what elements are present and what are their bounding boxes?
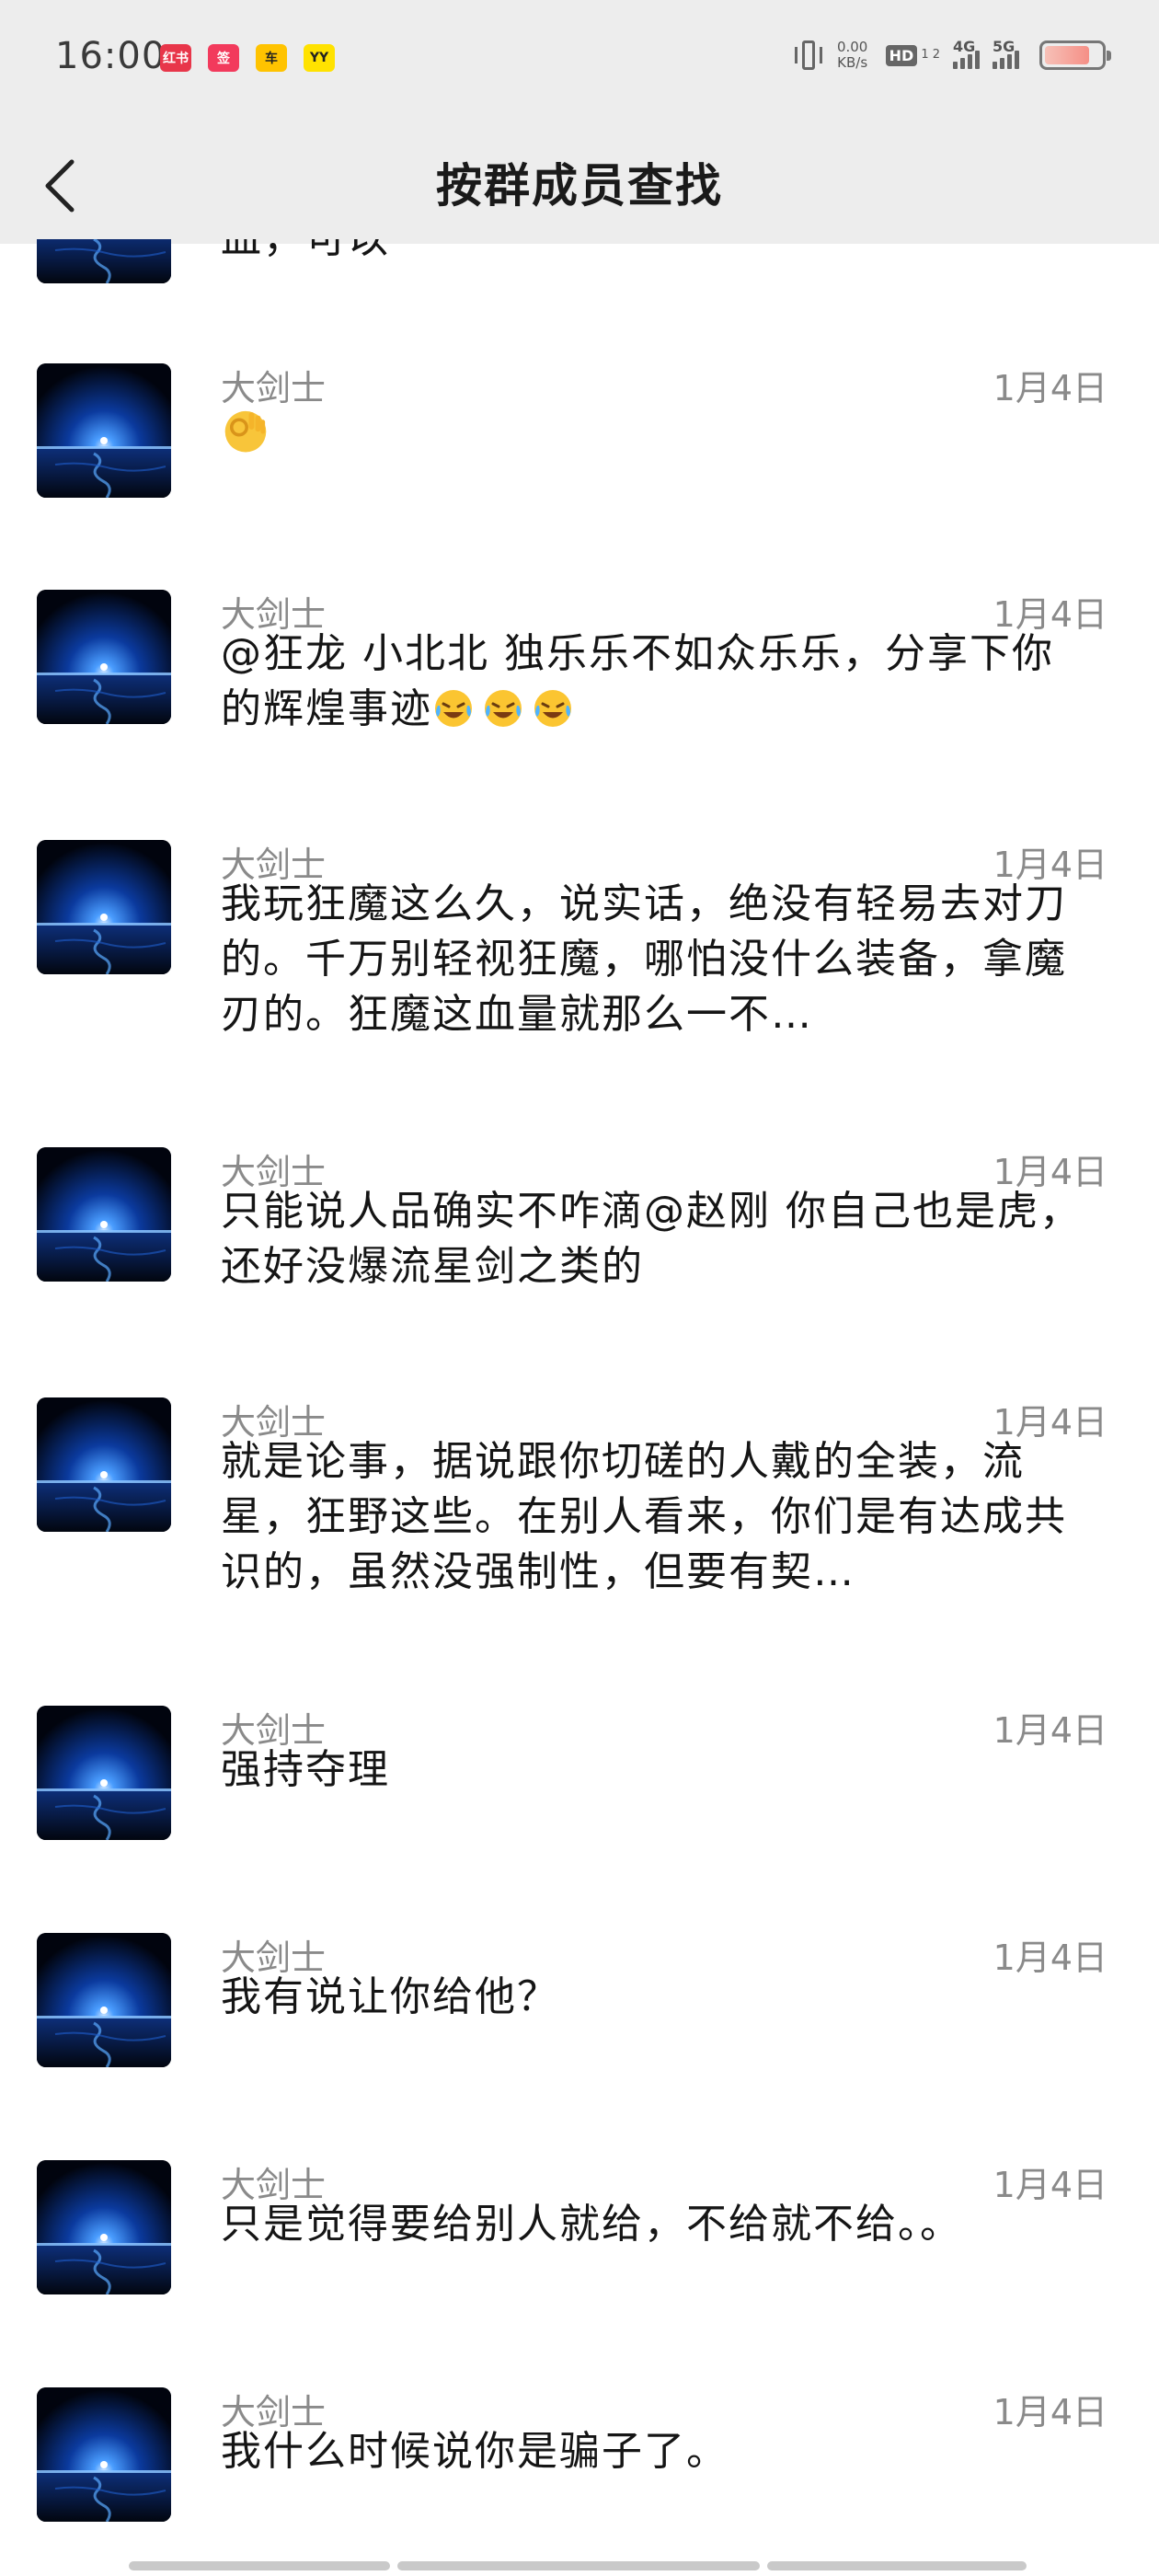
laugh-cry-emoji-icon <box>432 685 581 732</box>
avatar <box>37 1397 171 1532</box>
avatar-image <box>37 840 171 974</box>
ok-hand-emoji-icon <box>224 410 267 453</box>
avatar-image <box>37 590 171 724</box>
message-text: 只是觉得要给别人就给，不给就不给。。 <box>221 2201 962 2248</box>
app-notification-icon: YY <box>304 44 335 72</box>
laugh-cry-emoji-icon <box>485 690 522 727</box>
list-item-partial[interactable]: 血，可以 <box>0 239 1159 285</box>
avatar <box>37 1706 171 1840</box>
sender-name: 大剑士 <box>221 368 327 408</box>
message-text: 我玩狂魔这么久，说实话，绝没有轻易去对刀的。千万别轻视狂魔，哪怕没什么装备，拿魔… <box>221 880 1067 1038</box>
avatar <box>37 1147 171 1282</box>
avatar-image <box>37 1933 171 2067</box>
signal-4g-icon: 4G <box>953 38 980 69</box>
avatar <box>37 1933 171 2067</box>
list-item[interactable]: 大剑士 1月4日 <box>0 362 1159 509</box>
avatar-image <box>37 1397 171 1532</box>
message-text-content: @狂龙 小北北 独乐乐不如众乐乐，分享下你的辉煌事迹 <box>221 630 1054 732</box>
hd-icon: HD <box>885 44 918 66</box>
avatar-image <box>37 1147 171 1282</box>
avatar-image <box>37 1706 171 1840</box>
message-date: 1月4日 <box>993 368 1107 408</box>
list-item[interactable]: 大剑士 1月4日 我什么时候说你是骗子了。 <box>0 2386 1159 2533</box>
app-notification-icon: 签 <box>208 44 239 72</box>
signal-5g-icon: 5G <box>993 38 1019 69</box>
message-text: @狂龙 小北北 独乐乐不如众乐乐，分享下你的辉煌事迹 <box>221 627 1095 737</box>
list-item[interactable]: 大剑士 1月4日 强持夺理 <box>0 1704 1159 1851</box>
laugh-cry-emoji-icon <box>534 690 571 727</box>
battery-icon <box>1039 40 1111 70</box>
list-item[interactable]: 大剑士 1月4日 @狂龙 小北北 独乐乐不如众乐乐，分享下你的辉煌事迹 <box>0 588 1159 772</box>
avatar-image <box>37 2160 171 2294</box>
network-speed-value: 0.00 <box>836 39 868 55</box>
avatar <box>37 363 171 498</box>
vibrate-icon <box>794 39 822 72</box>
list-item[interactable]: 大剑士 1月4日 只是觉得要给别人就给，不给就不给。。 <box>0 2158 1159 2306</box>
bottom-scroll-indicator <box>129 2561 1027 2570</box>
message-text <box>221 406 1095 463</box>
hd-sim-indicator: 1 2 <box>921 48 940 62</box>
avatar <box>37 840 171 974</box>
app-notification-icon: 车 <box>256 44 287 72</box>
avatar <box>37 2387 171 2522</box>
avatar-image <box>37 239 171 283</box>
message-text: 我什么时候说你是骗子了。 <box>221 2428 729 2475</box>
message-text: 血，可以 <box>221 239 1095 267</box>
avatar <box>37 239 171 283</box>
avatar-image <box>37 2387 171 2522</box>
laugh-cry-emoji-icon <box>435 690 472 727</box>
network-speed: 0.00 KB/s <box>832 40 873 71</box>
app-notification-icon: 红书 <box>160 44 191 72</box>
navigation-bar: 按群成员查找 <box>0 120 1159 244</box>
status-indicators: 0.00 KB/s HD 1 2 4G 5G <box>794 38 1111 72</box>
list-item[interactable]: 大剑士 1月4日 我有说让你给他？ <box>0 1931 1159 2078</box>
page-title: 按群成员查找 <box>436 159 723 213</box>
message-text: 我有说让你给他？ <box>221 1973 559 2020</box>
network-speed-unit: KB/s <box>837 54 868 71</box>
message-text: 强持夺理 <box>221 1746 390 1793</box>
avatar <box>37 590 171 724</box>
avatar <box>37 2160 171 2294</box>
status-time: 16:00 <box>55 35 166 77</box>
notification-app-icons: 红书 签 车 YY <box>160 44 335 72</box>
list-item[interactable]: 大剑士 1月4日 就是论事，据说跟你切磋的人戴的全装，流星，狂野这些。在别人看来… <box>0 1396 1159 1635</box>
avatar-image <box>37 363 171 498</box>
message-text: 只能说人品确实不咋滴@赵刚 你自己也是虎，还好没爆流星剑之类的 <box>221 1188 1082 1290</box>
list-item[interactable]: 大剑士 1月4日 我玩狂魔这么久，说实话，绝没有轻易去对刀的。千万别轻视狂魔，哪… <box>0 838 1159 1077</box>
list-item[interactable]: 大剑士 1月4日 只能说人品确实不咋滴@赵刚 你自己也是虎，还好没爆流星剑之类的 <box>0 1145 1159 1329</box>
status-bar: 16:00 红书 签 车 YY 0.00 KB/s HD 1 2 4G 5G <box>0 0 1159 120</box>
message-text: 就是论事，据说跟你切磋的人戴的全装，流星，狂野这些。在别人看来，你们是有达成共识… <box>221 1438 1067 1595</box>
